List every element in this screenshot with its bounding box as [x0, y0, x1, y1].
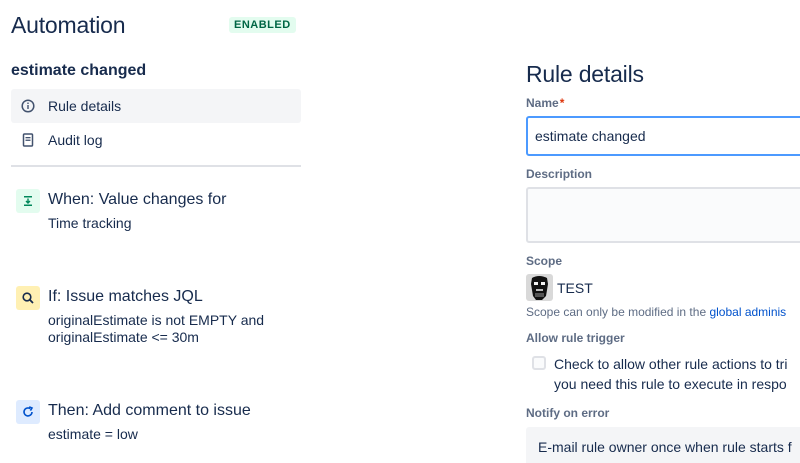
nav-item-label: Rule details [48, 98, 122, 114]
value-change-icon [16, 189, 40, 213]
notify-label: Notify on error [526, 406, 610, 420]
description-label: Description [526, 167, 593, 181]
trigger-title: When: Value changes for [48, 191, 227, 208]
scope-note-text: Scope can only be modified in the [526, 305, 710, 319]
scope-row: TEST [526, 274, 593, 301]
document-icon [21, 133, 35, 147]
condition-title: If: Issue matches JQL [48, 288, 203, 305]
global-admin-link[interactable]: global adminis [709, 305, 786, 319]
condition-detail-line-1: originalEstimate is not EMPTY and [48, 312, 265, 328]
allow-trigger-line-1: Check to allow other rule actions to tri [554, 356, 788, 372]
name-label: Name* [526, 96, 564, 110]
condition-component[interactable]: If: Issue matches JQL originalEstimate i… [16, 286, 306, 346]
project-avatar [526, 274, 553, 301]
info-icon [21, 99, 35, 113]
required-mark: * [559, 96, 565, 110]
rule-nav: Rule details Audit log [11, 89, 301, 157]
scope-note: Scope can only be modified in the global… [526, 305, 786, 319]
name-label-text: Name [526, 96, 559, 110]
status-badge: ENABLED [229, 17, 296, 33]
app-title: Automation [11, 12, 126, 38]
action-component[interactable]: Then: Add comment to issue estimate = lo… [16, 400, 306, 450]
scope-project-name: TEST [557, 279, 593, 296]
refresh-icon [16, 400, 40, 424]
description-textarea[interactable] [526, 187, 800, 243]
rule-name-input[interactable] [526, 116, 800, 156]
allow-trigger-label: Allow rule trigger [526, 331, 625, 345]
nav-divider [11, 165, 301, 167]
trigger-detail: Time tracking [48, 215, 132, 231]
allow-trigger-line-2: you need this rule to execute in respo [554, 376, 787, 392]
action-detail: estimate = low [48, 426, 138, 442]
nav-item-rule-details[interactable]: Rule details [11, 89, 301, 123]
condition-detail-line-2: originalEstimate <= 30m [48, 329, 199, 345]
scope-label: Scope [526, 254, 563, 268]
allow-trigger-checkbox[interactable] [532, 356, 546, 370]
action-title: Then: Add comment to issue [48, 402, 251, 419]
rule-details-title: Rule details [526, 61, 644, 87]
rule-name-heading: estimate changed [11, 62, 147, 79]
nav-item-label: Audit log [48, 132, 103, 148]
allow-trigger-description: Check to allow other rule actions to tri… [554, 354, 787, 394]
notify-on-error-select[interactable]: E-mail rule owner once when rule starts … [526, 427, 800, 463]
nav-item-audit-log[interactable]: Audit log [11, 123, 301, 157]
trigger-component[interactable]: When: Value changes for Time tracking [16, 189, 306, 239]
search-icon [16, 286, 40, 310]
